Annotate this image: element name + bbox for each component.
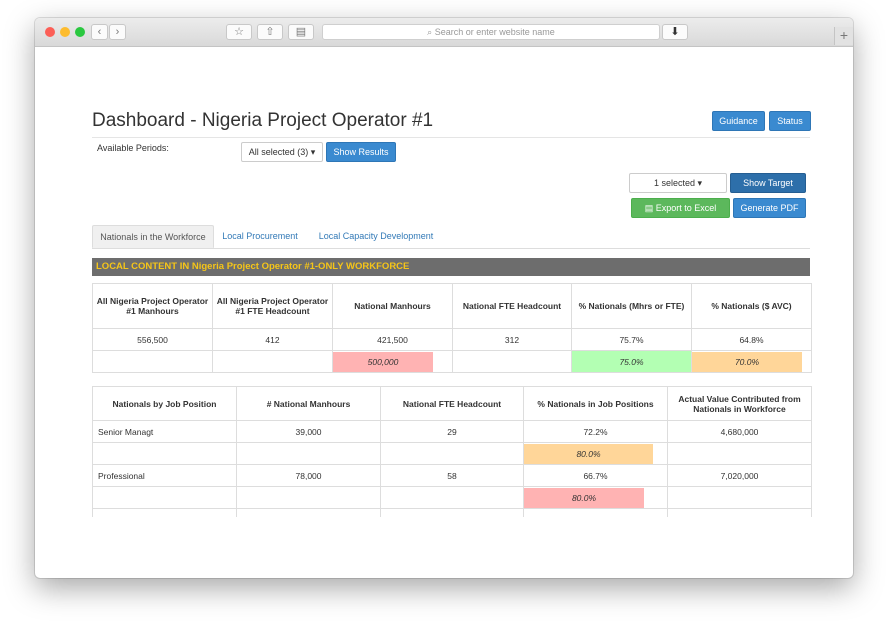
empty-cell — [667, 442, 812, 465]
summary-value: 64.8% — [691, 328, 812, 351]
export-excel-button[interactable]: ▤ Export to Excel — [631, 198, 730, 218]
summary-header: National FTE Headcount — [452, 283, 572, 329]
table-row: 80.0% — [92, 486, 812, 509]
job-pct: 72.2% — [523, 420, 668, 443]
address-bar[interactable]: ⌕ Search or enter website name — [322, 24, 660, 40]
empty-cell — [667, 508, 812, 517]
summary-target — [452, 350, 572, 373]
empty-cell — [523, 508, 668, 517]
tab-local-procurement[interactable]: Local Procurement — [220, 225, 300, 248]
job-manhours: 78,000 — [236, 464, 381, 487]
forward-icon[interactable]: › — [109, 24, 126, 40]
summary-target — [92, 350, 213, 373]
page-title: Dashboard - Nigeria Project Operator #1 — [92, 110, 434, 131]
summary-target: 75.0% — [571, 350, 692, 373]
section-banner: LOCAL CONTENT IN Nigeria Project Operato… — [92, 258, 810, 276]
share-icon[interactable]: ⇧ — [257, 24, 283, 40]
table-row-partial — [92, 508, 812, 517]
job-pct: 66.7% — [523, 464, 668, 487]
summary-target-cell: 70.0% — [691, 350, 812, 373]
job-position-table: Nationals by Job Position # National Man… — [92, 386, 812, 517]
job-fte: 29 — [380, 420, 524, 443]
target-select-value: 1 selected — [653, 178, 695, 188]
job-header: # National Manhours — [236, 386, 381, 421]
new-tab-icon[interactable]: + — [834, 27, 853, 45]
empty-cell — [92, 486, 237, 509]
empty-cell — [380, 508, 524, 517]
empty-cell — [380, 442, 524, 465]
address-placeholder: Search or enter website name — [434, 27, 555, 37]
job-header: Nationals by Job Position — [92, 386, 237, 421]
summary-value: 75.7% — [571, 328, 692, 351]
show-target-button[interactable]: Show Target — [730, 173, 806, 193]
summary-target: 70.0% — [692, 351, 802, 372]
summary-target-cell: 500,000 — [332, 350, 453, 373]
status-button[interactable]: Status — [769, 111, 811, 131]
summary-value: 421,500 — [332, 328, 453, 351]
job-target-cell: 80.0% — [523, 442, 668, 465]
show-results-button[interactable]: Show Results — [326, 142, 396, 162]
empty-cell — [236, 508, 381, 517]
job-target-cell: 80.0% — [523, 486, 668, 509]
close-window-button[interactable] — [45, 27, 55, 37]
reader-icon[interactable]: ▤ — [288, 24, 314, 40]
table-row: 80.0% — [92, 442, 812, 465]
title-bar: ‹ › ☆ ⇧ ▤ ⌕ Search or enter website name… — [35, 18, 853, 47]
job-header: Actual Value Contributed from Nationals … — [667, 386, 812, 421]
summary-target — [212, 350, 333, 373]
job-header: % Nationals in Job Positions — [523, 386, 668, 421]
empty-cell — [92, 508, 237, 517]
caret-down-icon: ▾ — [697, 178, 703, 188]
table-row: Professional 78,000 58 66.7% 7,020,000 — [92, 464, 812, 487]
summary-header: National Manhours — [332, 283, 453, 329]
job-fte: 58 — [380, 464, 524, 487]
empty-cell — [667, 486, 812, 509]
zoom-window-button[interactable] — [75, 27, 85, 37]
generate-pdf-button[interactable]: Generate PDF — [733, 198, 806, 218]
table-row: Senior Managt 39,000 29 72.2% 4,680,000 — [92, 420, 812, 443]
job-position: Senior Managt — [92, 420, 237, 443]
download-icon[interactable]: ⬇ — [662, 24, 688, 40]
job-avc: 4,680,000 — [667, 420, 812, 443]
job-position: Professional — [92, 464, 237, 487]
empty-cell — [236, 442, 381, 465]
browser-window: ‹ › ☆ ⇧ ▤ ⌕ Search or enter website name… — [35, 18, 853, 578]
search-icon: ⌕ — [427, 27, 433, 37]
summary-header: % Nationals (Mhrs or FTE) — [571, 283, 692, 329]
sidebar-icon[interactable]: ☆ — [226, 24, 252, 40]
guidance-button[interactable]: Guidance — [712, 111, 765, 131]
empty-cell — [380, 486, 524, 509]
job-header: National FTE Headcount — [380, 386, 524, 421]
summary-value: 312 — [452, 328, 572, 351]
periods-value: All selected (3) — [248, 147, 309, 157]
summary-header: All Nigeria Project Operator #1 Manhours — [92, 283, 213, 329]
periods-dropdown[interactable]: All selected (3) ▾ — [241, 142, 323, 162]
summary-value: 412 — [212, 328, 333, 351]
summary-header: All Nigeria Project Operator #1 FTE Head… — [212, 283, 333, 329]
summary-value: 556,500 — [92, 328, 213, 351]
export-label: Export to Excel — [655, 203, 717, 213]
empty-cell — [236, 486, 381, 509]
job-avc: 7,020,000 — [667, 464, 812, 487]
tab-nationals-workforce[interactable]: Nationals in the Workforce — [92, 225, 214, 248]
tab-bar: Nationals in the Workforce Local Procure… — [92, 225, 810, 249]
target-dropdown[interactable]: 1 selected ▾ — [629, 173, 727, 193]
job-target: 80.0% — [524, 487, 644, 508]
title-divider — [92, 137, 810, 138]
file-excel-icon: ▤ — [644, 203, 654, 213]
back-icon[interactable]: ‹ — [91, 24, 108, 40]
job-manhours: 39,000 — [236, 420, 381, 443]
periods-label: Available Periods: — [97, 143, 169, 153]
tab-local-capacity[interactable]: Local Capacity Development — [316, 225, 436, 248]
summary-header: % Nationals ($ AVC) — [691, 283, 812, 329]
summary-target: 500,000 — [333, 351, 433, 372]
minimize-window-button[interactable] — [60, 27, 70, 37]
summary-table: All Nigeria Project Operator #1 Manhours… — [92, 283, 812, 373]
empty-cell — [92, 442, 237, 465]
job-target: 80.0% — [524, 443, 653, 464]
page-content: Dashboard - Nigeria Project Operator #1 … — [35, 47, 853, 517]
caret-down-icon: ▾ — [310, 147, 316, 157]
